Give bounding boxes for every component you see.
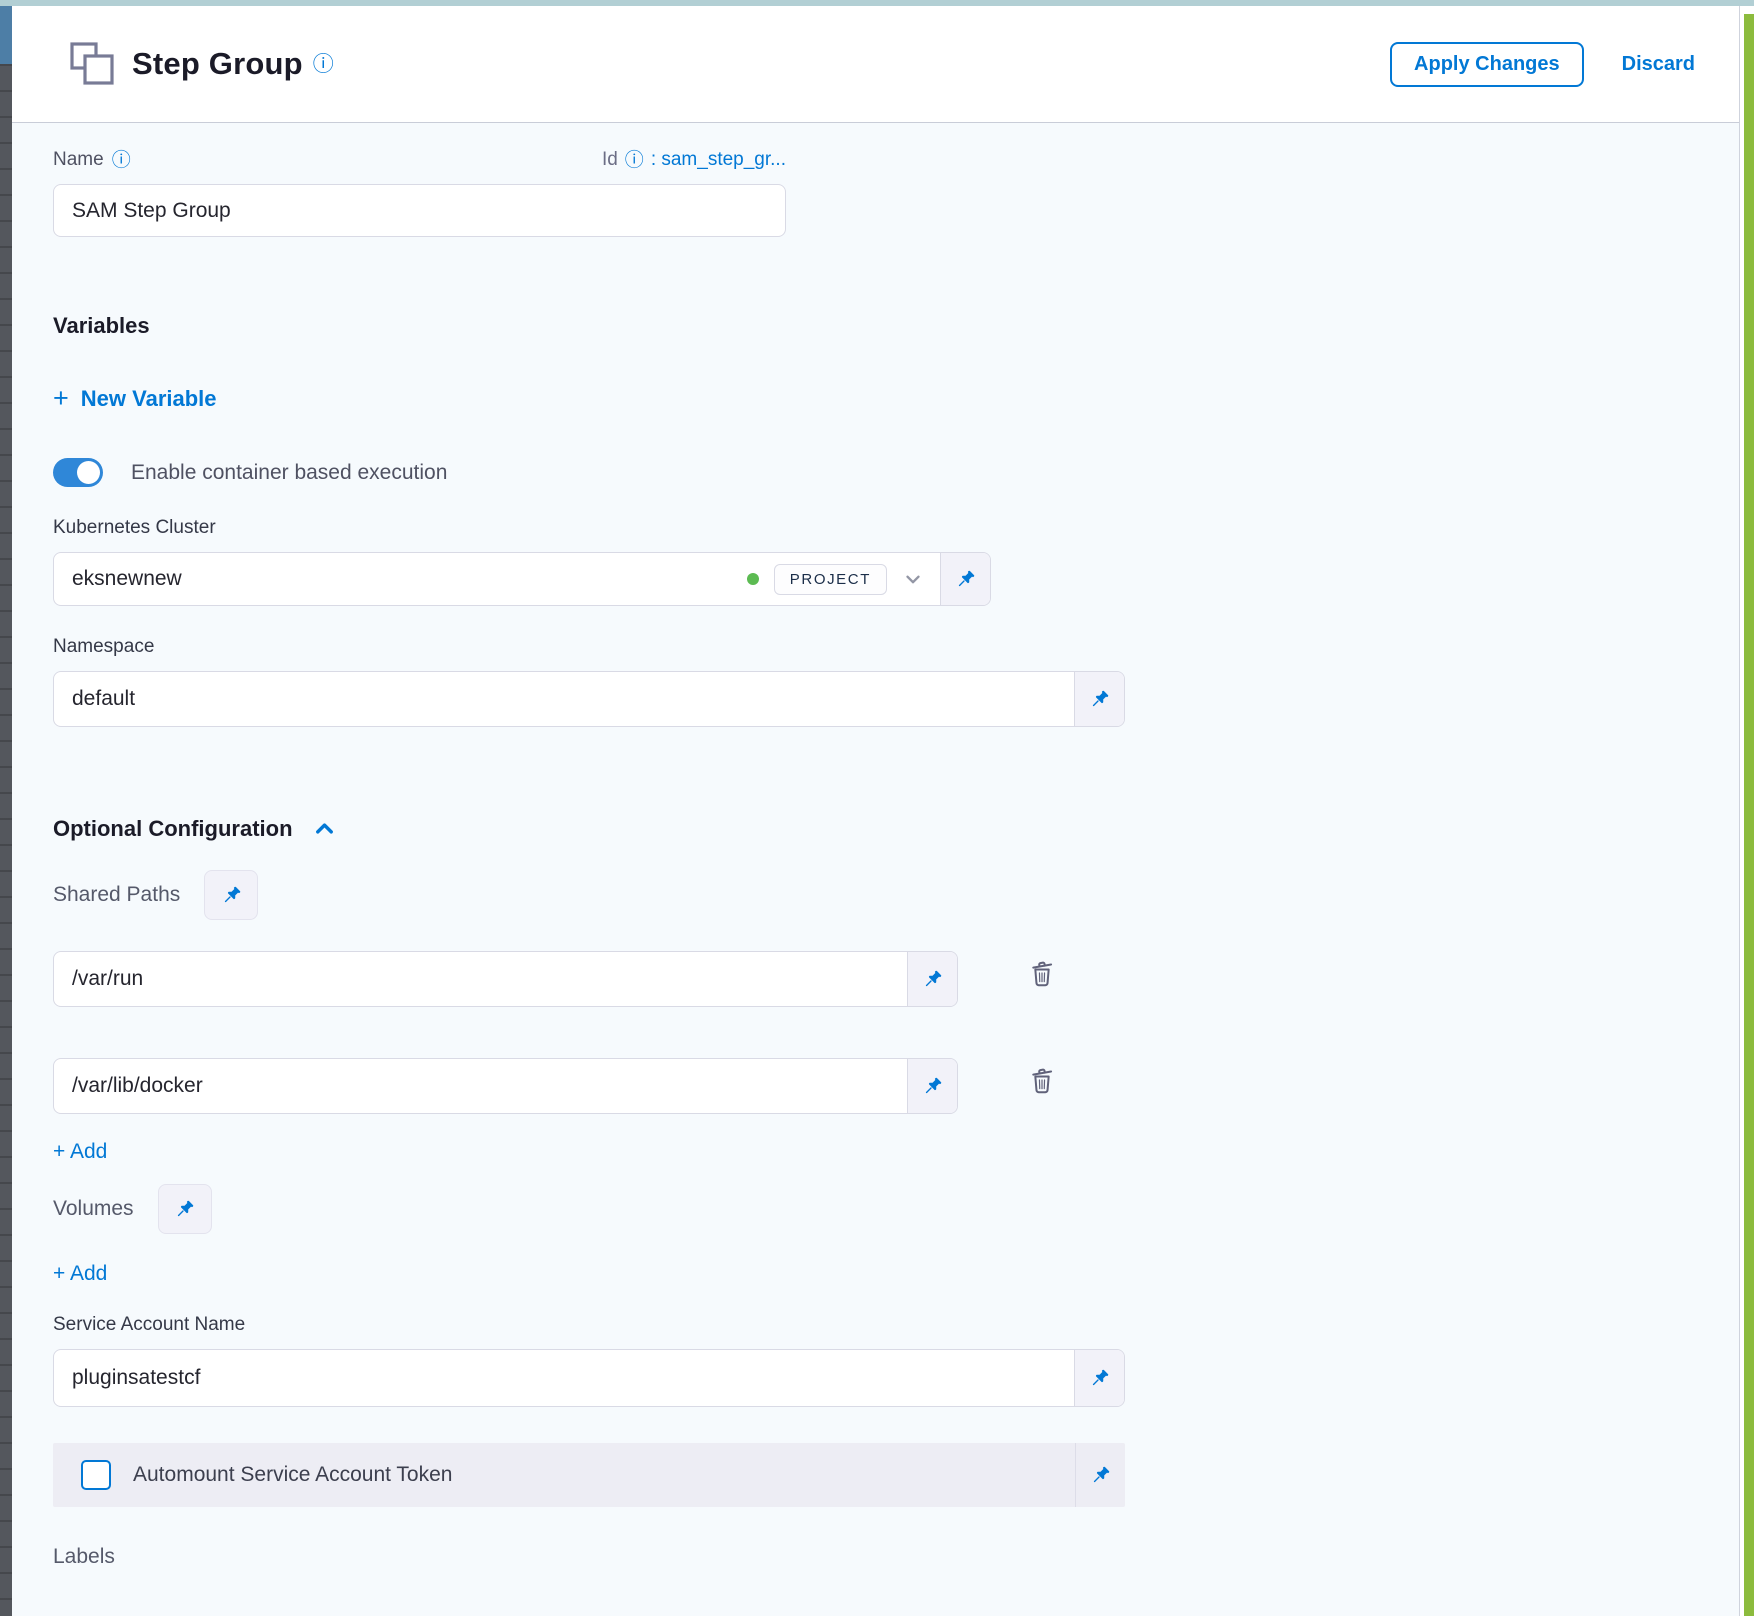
pin-icon xyxy=(1088,1367,1111,1390)
name-id-row: Name ⓘ Id ⓘ : sam_step_gr... xyxy=(53,149,786,171)
pin-icon xyxy=(173,1198,196,1221)
right-edge-strip xyxy=(1744,14,1754,1616)
kubernetes-cluster-value[interactable]: eksnewnew PROJECT xyxy=(54,553,940,605)
shared-path-2-pin-button[interactable] xyxy=(907,1059,957,1113)
shared-path-row xyxy=(53,938,1739,1007)
shared-paths-row: Shared Paths xyxy=(53,870,1739,920)
pin-icon xyxy=(220,884,243,907)
shared-path-input[interactable] xyxy=(54,1059,907,1113)
labels-label: Labels xyxy=(53,1545,1739,1569)
shared-path-field xyxy=(53,951,958,1007)
step-group-icon xyxy=(68,40,116,88)
scope-badge: PROJECT xyxy=(774,564,887,595)
service-account-label: Service Account Name xyxy=(53,1314,1739,1336)
screen: Step Group ⓘ Apply Changes Discard Name … xyxy=(0,0,1754,1616)
pin-icon xyxy=(1088,688,1111,711)
container-execution-row: Enable container based execution xyxy=(53,458,1739,487)
automount-label: Automount Service Account Token xyxy=(133,1463,1075,1487)
optional-configuration-heading: Optional Configuration xyxy=(53,815,1739,842)
title-info-icon[interactable]: ⓘ xyxy=(313,54,334,75)
variables-heading: Variables xyxy=(53,313,1739,339)
container-execution-toggle[interactable] xyxy=(53,458,103,487)
shared-path-field xyxy=(53,1058,958,1114)
kubernetes-cluster-pin-button[interactable] xyxy=(940,553,990,605)
name-info-icon[interactable]: ⓘ xyxy=(112,151,131,170)
automount-checkbox[interactable] xyxy=(81,1460,111,1490)
new-variable-button[interactable]: + New Variable xyxy=(53,385,217,412)
id-group: Id ⓘ : sam_step_gr... xyxy=(602,149,786,171)
pin-icon xyxy=(954,568,977,591)
shared-paths-pin-button[interactable] xyxy=(204,870,258,920)
delete-shared-path-1-button[interactable] xyxy=(1022,953,1062,993)
shared-paths-label: Shared Paths xyxy=(53,883,180,907)
trash-icon xyxy=(1026,957,1058,989)
service-account-input[interactable] xyxy=(54,1350,1074,1406)
pin-icon xyxy=(1089,1464,1112,1487)
pin-icon xyxy=(921,1075,944,1098)
automount-row: Automount Service Account Token xyxy=(53,1443,1125,1507)
namespace-field xyxy=(53,671,1125,727)
name-label: Name xyxy=(53,149,104,171)
shared-path-row xyxy=(53,1045,1739,1114)
automount-pin-button[interactable] xyxy=(1075,1443,1125,1507)
connector-name: eksnewnew xyxy=(72,567,732,591)
shared-path-input[interactable] xyxy=(54,952,907,1006)
optional-configuration-title: Optional Configuration xyxy=(53,816,293,842)
left-edge-strip xyxy=(0,6,12,1616)
add-volume-button[interactable]: + Add xyxy=(53,1262,107,1286)
volumes-row: Volumes xyxy=(53,1184,1739,1234)
shared-path-1-pin-button[interactable] xyxy=(907,952,957,1006)
step-group-config-panel: Step Group ⓘ Apply Changes Discard Name … xyxy=(12,6,1740,1616)
connector-status-dot xyxy=(747,573,759,585)
add-shared-path-button[interactable]: + Add xyxy=(53,1140,107,1164)
panel-body: Name ⓘ Id ⓘ : sam_step_gr... Variables +… xyxy=(12,123,1739,1616)
service-account-field xyxy=(53,1349,1125,1407)
volumes-pin-button[interactable] xyxy=(158,1184,212,1234)
id-value[interactable]: : sam_step_gr... xyxy=(651,149,786,171)
discard-button[interactable]: Discard xyxy=(1622,53,1695,76)
page-title: Step Group xyxy=(132,46,303,82)
kubernetes-cluster-label: Kubernetes Cluster xyxy=(53,517,1739,539)
chevron-up-icon[interactable] xyxy=(311,815,338,842)
plus-icon: + xyxy=(53,385,69,412)
new-variable-label: New Variable xyxy=(81,386,217,412)
container-execution-label: Enable container based execution xyxy=(131,461,447,485)
id-label: Id xyxy=(602,149,618,171)
id-info-icon[interactable]: ⓘ xyxy=(625,151,644,170)
left-strip-dark-segment xyxy=(0,64,12,1616)
left-strip-blue-segment xyxy=(0,6,12,64)
name-label-group: Name ⓘ xyxy=(53,149,131,171)
apply-changes-button[interactable]: Apply Changes xyxy=(1390,42,1584,87)
toggle-knob xyxy=(77,461,100,484)
service-account-pin-button[interactable] xyxy=(1074,1350,1124,1406)
kubernetes-cluster-select: eksnewnew PROJECT xyxy=(53,552,991,606)
trash-icon xyxy=(1026,1064,1058,1096)
name-input[interactable] xyxy=(53,184,786,237)
namespace-pin-button[interactable] xyxy=(1074,672,1124,726)
namespace-input[interactable] xyxy=(54,672,1074,726)
namespace-label: Namespace xyxy=(53,636,1739,658)
chevron-down-icon xyxy=(902,568,924,590)
panel-header: Step Group ⓘ Apply Changes Discard xyxy=(12,6,1739,123)
pin-icon xyxy=(921,968,944,991)
volumes-label: Volumes xyxy=(53,1197,134,1221)
delete-shared-path-2-button[interactable] xyxy=(1022,1060,1062,1100)
top-edge-strip xyxy=(0,0,1754,6)
